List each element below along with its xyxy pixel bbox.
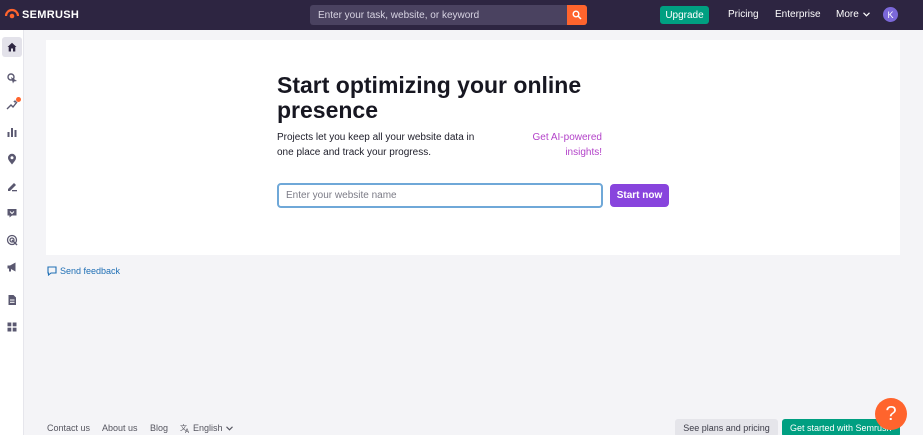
language-selector[interactable]: 文A English <box>180 423 233 433</box>
content-pen-icon <box>8 183 17 192</box>
ai-insights-link[interactable]: Get AI-powered insights! <box>516 130 602 160</box>
sidebar-item-local[interactable] <box>2 149 22 169</box>
top-navigation-bar: SEMRUSH Upgrade Pricing Enterprise More … <box>0 0 923 30</box>
search-icon <box>572 10 582 20</box>
report-document-icon <box>8 295 16 305</box>
sidebar-item-pr[interactable] <box>2 257 22 277</box>
sidebar-item-social[interactable] <box>2 203 22 223</box>
sidebar-item-apps[interactable] <box>2 317 22 337</box>
location-pin-icon <box>8 153 16 165</box>
user-avatar[interactable]: K <box>883 7 898 22</box>
see-plans-button[interactable]: See plans and pricing <box>675 419 778 435</box>
footer-blog[interactable]: Blog <box>150 423 168 433</box>
semrush-logo[interactable]: SEMRUSH <box>5 8 79 22</box>
send-feedback-link[interactable]: Send feedback <box>47 266 120 276</box>
svg-text:A: A <box>185 428 190 433</box>
chat-bubble-icon <box>7 209 17 218</box>
home-icon <box>7 42 17 52</box>
website-name-input[interactable] <box>277 183 603 208</box>
semrush-logo-icon <box>5 8 19 19</box>
search-input[interactable] <box>310 5 567 25</box>
footer-contact-us[interactable]: Contact us <box>47 423 90 433</box>
translate-icon: 文A <box>180 423 190 433</box>
search-button[interactable] <box>567 5 587 25</box>
seo-icon <box>7 73 17 84</box>
sidebar-item-seo[interactable] <box>2 68 22 88</box>
start-now-button[interactable]: Start now <box>610 184 669 207</box>
target-icon <box>6 234 18 246</box>
upgrade-button[interactable]: Upgrade <box>660 6 709 24</box>
chevron-down-icon <box>862 12 870 17</box>
chevron-down-icon <box>225 425 233 431</box>
megaphone-icon <box>7 262 16 272</box>
notification-dot <box>16 97 21 102</box>
page-title: Start optimizing your online presence <box>277 72 582 123</box>
nav-enterprise[interactable]: Enterprise <box>775 9 821 20</box>
projects-onboarding-card: Start optimizing your online presence Pr… <box>46 40 900 255</box>
apps-grid-icon <box>7 322 17 332</box>
nav-more[interactable]: More <box>836 9 870 20</box>
sidebar-item-advertising[interactable] <box>2 230 22 250</box>
sidebar-item-analytics[interactable] <box>2 122 22 142</box>
send-feedback-label: Send feedback <box>60 266 121 276</box>
sidebar-item-home[interactable] <box>2 37 22 57</box>
sidebar-item-ai[interactable] <box>2 95 22 115</box>
brand-name: SEMRUSH <box>22 9 80 21</box>
global-search <box>310 5 587 25</box>
bar-chart-icon <box>7 128 17 137</box>
projects-description: Projects let you keep all your website d… <box>277 132 475 158</box>
help-button[interactable]: ? <box>875 398 907 430</box>
language-label: English <box>193 423 223 433</box>
feedback-icon <box>47 266 57 276</box>
sidebar-item-content[interactable] <box>2 176 22 196</box>
nav-more-label: More <box>836 9 859 20</box>
sidebar-item-reports[interactable] <box>2 290 22 310</box>
nav-pricing[interactable]: Pricing <box>728 9 759 20</box>
left-sidebar <box>0 30 24 435</box>
footer-about-us[interactable]: About us <box>102 423 138 433</box>
